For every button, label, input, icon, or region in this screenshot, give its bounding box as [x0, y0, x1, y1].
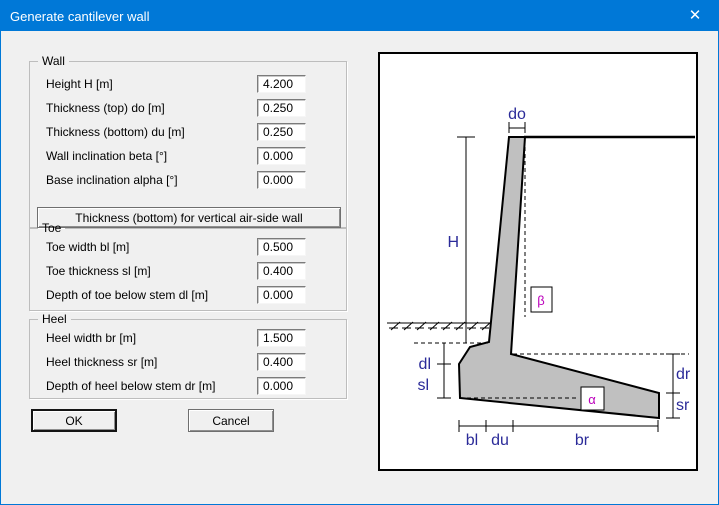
cantilever-wall-diagram: H do dl sl dr sr bl	[1, 1, 719, 505]
h-label: H	[447, 234, 459, 251]
dl-label: dl	[419, 356, 431, 373]
sr-label: sr	[676, 397, 690, 414]
alpha-label: α	[588, 392, 596, 407]
do-label: do	[508, 106, 526, 123]
du-label: du	[491, 432, 509, 449]
sl-label: sl	[417, 377, 429, 394]
beta-label: β	[537, 293, 544, 308]
dialog-generate-cantilever-wall: Generate cantilever wall ✕ Wall Height H…	[0, 0, 719, 505]
dr-label: dr	[676, 366, 691, 383]
br-label: br	[575, 432, 590, 449]
bl-label: bl	[466, 432, 478, 449]
